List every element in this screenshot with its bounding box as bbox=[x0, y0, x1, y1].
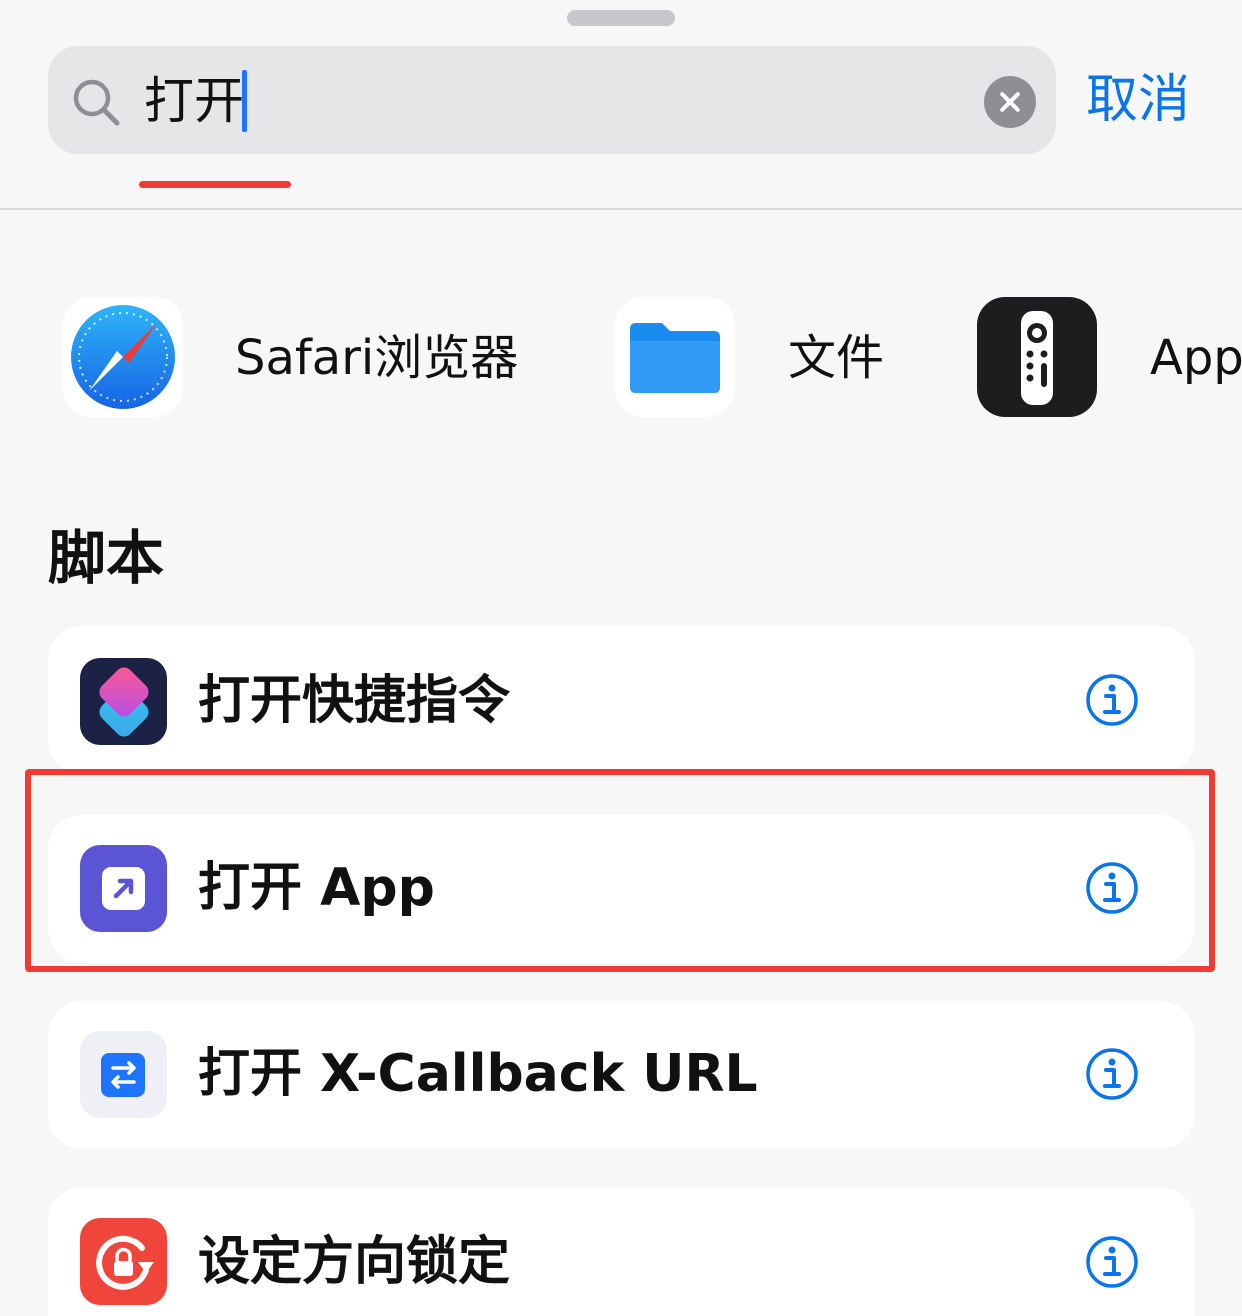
action-label: 设定方向锁定 bbox=[198, 1232, 511, 1292]
x-callback-icon bbox=[80, 1031, 167, 1118]
app-tile-safari[interactable] bbox=[63, 297, 183, 417]
action-label: 打开 X-Callback URL bbox=[198, 1044, 758, 1104]
action-search-sheet: 打开 取消 Safari浏览器 文件 App 脚本 打开快捷指令 打开 App … bbox=[0, 0, 1242, 1316]
text-caret bbox=[242, 70, 247, 132]
files-folder-icon bbox=[630, 323, 720, 393]
app-tile-files[interactable] bbox=[615, 297, 735, 417]
info-icon[interactable] bbox=[1085, 673, 1139, 727]
tv-remote-icon bbox=[1021, 311, 1053, 405]
info-icon[interactable] bbox=[1085, 1235, 1139, 1289]
annotation-highlight-box bbox=[25, 769, 1215, 972]
search-header: 打开 取消 bbox=[0, 0, 1242, 210]
app-label-remote[interactable]: App bbox=[1150, 326, 1242, 390]
clear-search-button[interactable] bbox=[984, 76, 1036, 128]
annotation-underline bbox=[139, 181, 291, 188]
orientation-lock-icon bbox=[80, 1218, 167, 1305]
section-title-scripting: 脚本 bbox=[48, 524, 165, 592]
safari-compass-icon bbox=[71, 305, 175, 409]
action-row-orientation-lock[interactable]: 设定方向锁定 bbox=[48, 1187, 1194, 1316]
info-icon[interactable] bbox=[1085, 1047, 1139, 1101]
cancel-button[interactable]: 取消 bbox=[1086, 64, 1190, 136]
shortcuts-icon bbox=[80, 658, 167, 745]
app-label-safari[interactable]: Safari浏览器 bbox=[235, 326, 518, 390]
app-tile-remote[interactable] bbox=[977, 297, 1097, 417]
action-row-open-shortcut[interactable]: 打开快捷指令 bbox=[48, 626, 1194, 774]
action-label: 打开快捷指令 bbox=[198, 671, 511, 731]
search-input[interactable]: 打开 bbox=[144, 66, 244, 136]
search-icon bbox=[73, 79, 120, 126]
sheet-grabber[interactable] bbox=[567, 10, 675, 26]
action-row-open-x-callback-url[interactable]: 打开 X-Callback URL bbox=[48, 1001, 1194, 1149]
app-label-files[interactable]: 文件 bbox=[788, 326, 884, 390]
